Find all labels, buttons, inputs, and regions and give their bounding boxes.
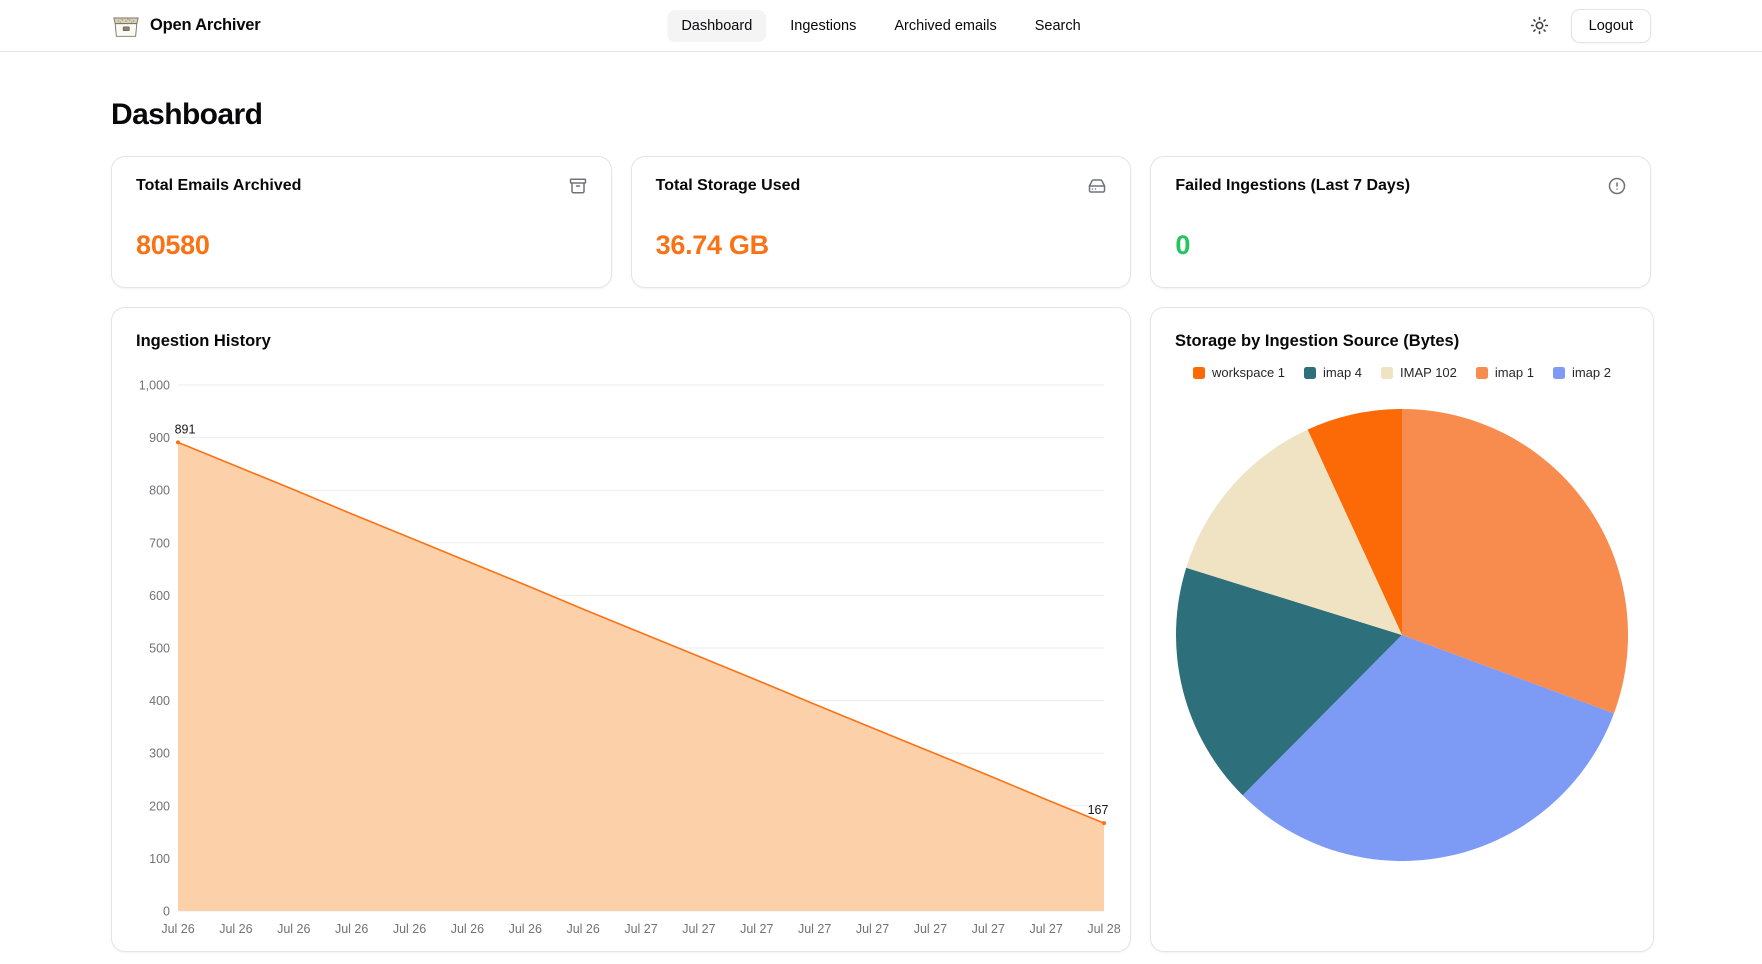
y-axis-tick-label: 100 xyxy=(149,852,170,866)
ingestion-history-area-chart: 0 100 200 300 400 500 600 700 800 900 1,000 Jul 26 J… xyxy=(136,361,1106,937)
y-axis-tick-label: 500 xyxy=(149,642,170,656)
y-axis-tick-label: 200 xyxy=(149,799,170,813)
y-axis-tick-label: 300 xyxy=(149,747,170,761)
brand-name: Open Archiver xyxy=(150,16,261,35)
legend-label: IMAP 102 xyxy=(1400,365,1457,380)
x-axis-tick-label: Jul 27 xyxy=(972,922,1005,936)
stat-cards-row: Total Emails Archived 80580 Total Storag… xyxy=(111,156,1651,288)
stat-title: Total Storage Used xyxy=(656,177,801,195)
y-axis-tick-label: 700 xyxy=(149,536,170,550)
top-navbar: Open Archiver Dashboard Ingestions Archi… xyxy=(0,0,1762,52)
x-axis-tick-label: Jul 27 xyxy=(740,922,773,936)
alert-circle-icon xyxy=(1608,177,1626,200)
nav-item-ingestions[interactable]: Ingestions xyxy=(776,10,870,42)
area-fill xyxy=(178,442,1104,911)
legend-label: imap 4 xyxy=(1323,365,1362,380)
storage-by-source-card: Storage by Ingestion Source (Bytes) work… xyxy=(1150,307,1654,952)
storage-pie-chart xyxy=(1175,408,1629,862)
first-point-label: 891 xyxy=(175,422,196,436)
data-point xyxy=(1102,821,1106,825)
x-axis-tick-label: Jul 28 xyxy=(1087,922,1120,936)
brand-link[interactable]: Open Archiver xyxy=(111,13,261,38)
y-axis-tick-label: 900 xyxy=(149,431,170,445)
legend-item-imap-1[interactable]: imap 1 xyxy=(1476,365,1534,380)
legend-swatch xyxy=(1476,367,1488,379)
legend-swatch xyxy=(1193,367,1205,379)
y-axis-tick-label: 600 xyxy=(149,589,170,603)
x-axis-tick-label: Jul 27 xyxy=(682,922,715,936)
x-axis-tick-label: Jul 26 xyxy=(393,922,426,936)
ingestion-history-title: Ingestion History xyxy=(136,332,1106,351)
x-axis-tick-label: Jul 27 xyxy=(1029,922,1062,936)
stat-title: Failed Ingestions (Last 7 Days) xyxy=(1175,177,1410,195)
x-axis-tick-label: Jul 26 xyxy=(219,922,252,936)
charts-row: Ingestion History 0 100 200 300 400 500 600 700… xyxy=(111,307,1651,952)
nav-item-search[interactable]: Search xyxy=(1021,10,1095,42)
archive-box-logo-icon xyxy=(111,13,141,38)
legend-swatch xyxy=(1381,367,1393,379)
x-axis-tick-label: Jul 26 xyxy=(161,922,194,936)
y-axis-tick-label: 0 xyxy=(163,905,170,919)
x-axis-tick-label: Jul 26 xyxy=(277,922,310,936)
x-axis-tick-label: Jul 26 xyxy=(509,922,542,936)
legend-item-imap-2[interactable]: imap 2 xyxy=(1553,365,1611,380)
y-axis-tick-label: 400 xyxy=(149,694,170,708)
y-axis-tick-label: 1,000 xyxy=(139,379,170,393)
nav-item-archived-emails[interactable]: Archived emails xyxy=(880,10,1010,42)
stat-value-failed-ingestions: 0 xyxy=(1175,230,1626,261)
legend-item-workspace-1[interactable]: workspace 1 xyxy=(1193,365,1285,380)
legend-swatch xyxy=(1553,367,1565,379)
stat-card-total-storage: Total Storage Used 36.74 GB xyxy=(631,156,1132,288)
legend-item-imap-102[interactable]: IMAP 102 xyxy=(1381,365,1457,380)
pie-legend: workspace 1 imap 4 IMAP 102 imap 1 imap 2 xyxy=(1175,365,1629,380)
x-axis-tick-label: Jul 26 xyxy=(566,922,599,936)
y-axis-tick-label: 800 xyxy=(149,484,170,498)
logout-button[interactable]: Logout xyxy=(1571,9,1651,43)
legend-label: imap 2 xyxy=(1572,365,1611,380)
nav-item-dashboard[interactable]: Dashboard xyxy=(667,10,766,42)
legend-label: workspace 1 xyxy=(1212,365,1285,380)
last-point-label: 167 xyxy=(1088,803,1109,817)
stat-value-total-emails: 80580 xyxy=(136,230,587,261)
main-nav: Dashboard Ingestions Archived emails Sea… xyxy=(667,0,1094,51)
dashboard-page: Dashboard Total Emails Archived 80580 To… xyxy=(111,52,1651,952)
x-axis-tick-label: Jul 27 xyxy=(624,922,657,936)
archive-icon xyxy=(569,177,587,200)
x-axis-tick-label: Jul 27 xyxy=(856,922,889,936)
page-title: Dashboard xyxy=(111,98,1651,132)
x-axis-tick-label: Jul 26 xyxy=(335,922,368,936)
legend-label: imap 1 xyxy=(1495,365,1534,380)
x-axis-tick-label: Jul 27 xyxy=(914,922,947,936)
stat-card-failed-ingestions: Failed Ingestions (Last 7 Days) 0 xyxy=(1150,156,1651,288)
ingestion-history-card: Ingestion History 0 100 200 300 400 500 600 700… xyxy=(111,307,1131,952)
legend-item-imap-4[interactable]: imap 4 xyxy=(1304,365,1362,380)
storage-by-source-title: Storage by Ingestion Source (Bytes) xyxy=(1175,332,1629,351)
stat-title: Total Emails Archived xyxy=(136,177,301,195)
legend-swatch xyxy=(1304,367,1316,379)
stat-card-total-emails: Total Emails Archived 80580 xyxy=(111,156,612,288)
sun-icon xyxy=(1530,16,1549,35)
stat-value-total-storage: 36.74 GB xyxy=(656,230,1107,261)
x-axis-tick-label: Jul 26 xyxy=(451,922,484,936)
theme-toggle-button[interactable] xyxy=(1530,16,1549,35)
x-axis-tick-label: Jul 27 xyxy=(798,922,831,936)
hard-drive-icon xyxy=(1088,177,1106,200)
data-point xyxy=(176,440,180,444)
